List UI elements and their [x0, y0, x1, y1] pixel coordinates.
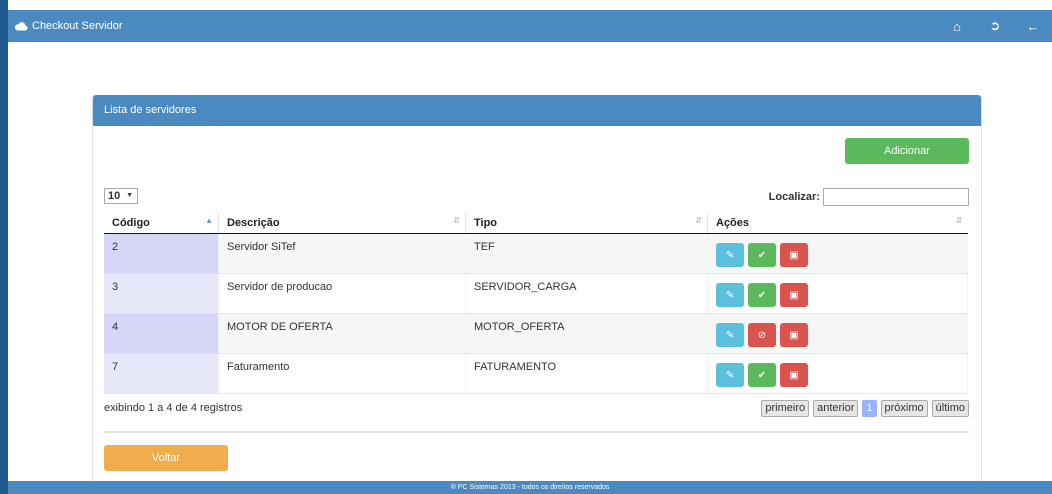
servers-table: Código ▲ Descrição ⇵ Tipo ⇵ Ações ⇵ 2 Servid…	[104, 213, 968, 394]
page-last-button[interactable]: último	[931, 400, 969, 417]
cell-acoes: ✎ ✔ ▣	[707, 353, 968, 394]
page-current-button[interactable]: 1	[862, 400, 877, 417]
edit-button[interactable]: ✎	[716, 323, 744, 347]
pagination: primeiro anterior 1 próximo último	[761, 400, 969, 417]
edit-button[interactable]: ✎	[716, 243, 744, 267]
search-area: Localizar:	[769, 188, 969, 206]
table-row: 7 Faturamento FATURAMENTO ✎ ✔ ▣	[104, 353, 968, 394]
back-arrow-icon[interactable]: ←	[1014, 19, 1052, 34]
page-prev-button[interactable]: anterior	[813, 400, 859, 417]
brand[interactable]: Checkout Servidor	[14, 10, 123, 42]
edit-icon: ✎	[725, 369, 735, 381]
table-row: 3 Servidor de producao SERVIDOR_CARGA ✎ …	[104, 273, 968, 314]
status-toggle-button[interactable]: ⊘	[748, 323, 776, 347]
check-icon: ✔	[757, 249, 767, 261]
cell-acoes: ✎ ⊘ ▣	[707, 313, 968, 354]
edit-icon: ✎	[725, 249, 735, 261]
cell-tipo: FATURAMENTO	[465, 353, 708, 394]
panel-title: Lista de servidores	[93, 95, 981, 126]
cell-descricao: Servidor SiTef	[218, 233, 466, 274]
sort-icon: ⇵	[453, 216, 460, 225]
page-next-button[interactable]: próximo	[880, 400, 928, 417]
cell-codigo: 3	[104, 273, 219, 314]
edit-icon: ✎	[725, 329, 735, 341]
top-navbar: Checkout Servidor ⌂ ➲ ←	[8, 10, 1052, 42]
sort-icon: ⇵	[695, 216, 702, 225]
sort-asc-icon: ▲	[205, 216, 213, 225]
window-left-border	[0, 0, 8, 494]
delete-button[interactable]: ▣	[780, 323, 808, 347]
edit-button[interactable]: ✎	[716, 283, 744, 307]
table-info: exibindo 1 a 4 de 4 registros	[104, 402, 243, 414]
column-header-tipo[interactable]: Tipo ⇵	[465, 213, 708, 234]
delete-button[interactable]: ▣	[780, 363, 808, 387]
brand-title: Checkout Servidor	[32, 20, 123, 32]
status-toggle-button[interactable]: ✔	[748, 363, 776, 387]
search-input[interactable]	[823, 188, 969, 206]
home-icon[interactable]: ⌂	[938, 19, 976, 34]
column-header-acoes[interactable]: Ações ⇵	[707, 213, 968, 234]
cell-tipo: MOTOR_OFERTA	[465, 313, 708, 354]
cell-acoes: ✎ ✔ ▣	[707, 233, 968, 274]
divider	[104, 431, 969, 433]
servers-panel: Lista de servidores Adicionar 10 ▼ Local…	[92, 95, 982, 486]
cell-tipo: SERVIDOR_CARGA	[465, 273, 708, 314]
cell-tipo: TEF	[465, 233, 708, 274]
table-row: 2 Servidor SiTef TEF ✎ ✔ ▣	[104, 233, 968, 274]
search-label: Localizar:	[768, 191, 820, 203]
edit-icon: ✎	[725, 289, 735, 301]
trash-icon: ▣	[789, 329, 799, 341]
page-length-value: 10	[108, 190, 121, 202]
trash-icon: ▣	[789, 289, 799, 301]
sort-icon: ⇵	[955, 216, 963, 225]
cell-descricao: Servidor de producao	[218, 273, 466, 314]
edit-button[interactable]: ✎	[716, 363, 744, 387]
add-button[interactable]: Adicionar	[845, 138, 969, 164]
footer: ® PC Sistemas 2013 - todos os direitos r…	[8, 481, 1052, 494]
cell-codigo: 4	[104, 313, 219, 354]
chevron-down-icon: ▼	[126, 192, 133, 199]
status-toggle-button[interactable]: ✔	[748, 283, 776, 307]
ban-icon: ⊘	[757, 329, 767, 341]
back-button[interactable]: Voltar	[104, 445, 228, 471]
status-toggle-button[interactable]: ✔	[748, 243, 776, 267]
check-icon: ✔	[757, 369, 767, 381]
table-header-row: Código ▲ Descrição ⇵ Tipo ⇵ Ações ⇵	[104, 213, 968, 234]
delete-button[interactable]: ▣	[780, 243, 808, 267]
cloud-icon	[14, 21, 28, 31]
column-header-codigo[interactable]: Código ▲	[104, 213, 219, 234]
page-first-button[interactable]: primeiro	[761, 400, 810, 417]
cell-codigo: 7	[104, 353, 219, 394]
app-frame: Checkout Servidor ⌂ ➲ ← Lista de servido…	[0, 0, 1052, 494]
trash-icon: ▣	[789, 249, 799, 261]
cell-codigo: 2	[104, 233, 219, 274]
sign-out-icon[interactable]: ➲	[976, 18, 1014, 34]
page-length-select[interactable]: 10 ▼	[104, 188, 138, 204]
table-row: 4 MOTOR DE OFERTA MOTOR_OFERTA ✎ ⊘ ▣	[104, 313, 968, 354]
cell-acoes: ✎ ✔ ▣	[707, 273, 968, 314]
delete-button[interactable]: ▣	[780, 283, 808, 307]
navbar-actions: ⌂ ➲ ←	[938, 10, 1052, 42]
check-icon: ✔	[757, 289, 767, 301]
trash-icon: ▣	[789, 369, 799, 381]
cell-descricao: Faturamento	[218, 353, 466, 394]
cell-descricao: MOTOR DE OFERTA	[218, 313, 466, 354]
column-header-descricao[interactable]: Descrição ⇵	[218, 213, 466, 234]
